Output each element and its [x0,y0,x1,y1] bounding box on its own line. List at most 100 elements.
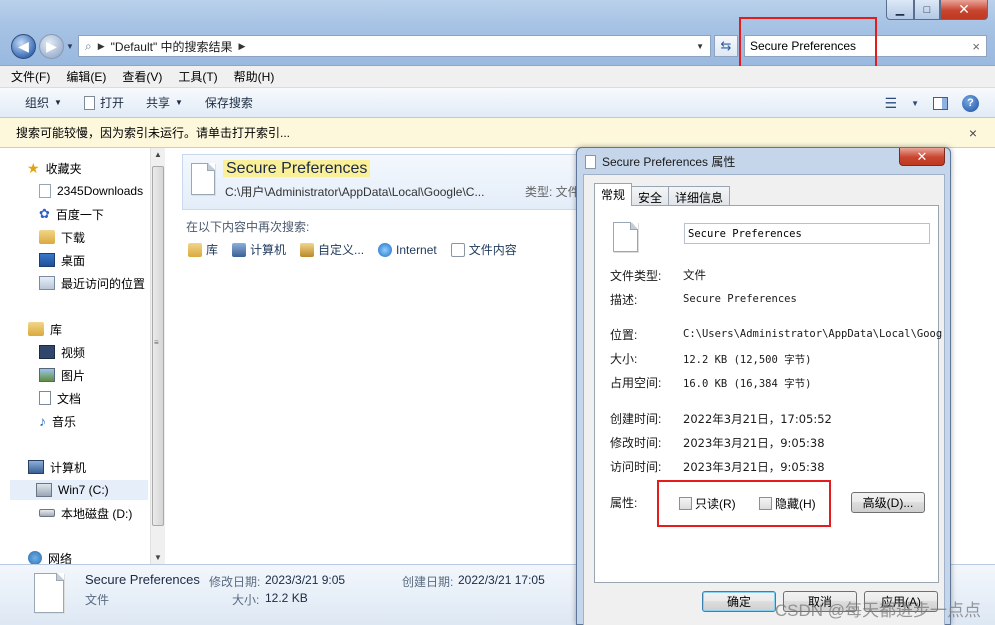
details-file-type: 文件 [85,593,110,607]
network-icon [28,551,42,564]
search-input-value: Secure Preferences [750,39,857,53]
tab-general[interactable]: 常规 [594,183,633,206]
nav-download[interactable]: 下载 [39,227,85,247]
modified-value: 2023年3月21日，9:05:38 [683,436,825,450]
minimize-button[interactable]: ▁ [886,0,914,20]
menu-bar: 文件(F) 编辑(E) 查看(V) 工具(T) 帮助(H) [0,66,995,88]
back-button[interactable]: ◀ [11,34,36,59]
open-label: 打开 [99,96,124,110]
nav-favorites[interactable]: ★ 收藏夹 [27,158,82,178]
share-label: 共享 [145,96,170,110]
search-again-libraries[interactable]: 库 [188,241,218,258]
details-created-value: 2022/3/21 17:05 [458,573,545,587]
search-again-internet[interactable]: Internet [378,241,437,258]
search-again-links: 库 计算机 自定义... Internet 文件内容 [188,241,517,258]
nav-win7-c[interactable]: Win7 (C:) [10,480,148,500]
menu-help[interactable]: 帮助(H) [234,68,275,85]
created-label: 创建时间: [610,412,662,426]
breadcrumb-chevron-icon[interactable]: ▶ [239,41,246,52]
file-icon [39,184,51,198]
nav-desktop[interactable]: 桌面 [39,250,85,270]
save-search-button[interactable]: 保存搜索 [205,94,253,111]
nav-baidu[interactable]: ✿ 百度一下 [39,204,104,224]
breadcrumb-segment[interactable]: "Default" 中的搜索结果 [111,38,233,55]
search-result-item[interactable]: Secure Preferences C:\用户\Administrator\A… [182,154,582,210]
nav-2345downloads[interactable]: 2345Downloads [39,181,143,201]
library-icon [188,242,202,257]
nav-documents[interactable]: 文档 [39,388,81,408]
system-drive-icon [36,483,52,497]
search-again-file-contents-label: 文件内容 [468,243,517,257]
hidden-checkbox[interactable]: 隐藏(H) [759,495,816,512]
open-button[interactable]: 打开 [83,94,124,111]
drive-icon [39,509,55,517]
view-options-dropdown-icon[interactable]: ▼ [911,99,919,108]
close-button[interactable]: ✕ [940,0,988,20]
forward-button[interactable]: ▶ [39,34,64,59]
description-label: 描述: [610,293,638,307]
nav-pictures-label: 图片 [61,368,86,383]
scroll-up-arrow-icon[interactable]: ▲ [154,150,162,159]
dialog-title: Secure Preferences 属性 [602,155,736,169]
organize-button[interactable]: 组织 ▼ [25,94,62,111]
navigation-scrollbar[interactable]: ▲ ≡ ▼ [150,148,165,564]
hidden-checkbox-box[interactable] [759,497,772,510]
nav-libraries[interactable]: 库 [28,319,62,339]
details-modified-label: 修改日期: [209,575,261,589]
clear-search-icon[interactable]: × [972,39,980,54]
refresh-button[interactable]: ⇆ [714,35,738,57]
menu-file[interactable]: 文件(F) [11,68,50,85]
index-info-bar[interactable]: 搜索可能较慢，因为索引未运行。请单击打开索引... × [0,118,995,148]
custom-folder-icon [300,242,315,257]
dialog-close-button[interactable]: ✕ [899,148,945,166]
search-input[interactable]: Secure Preferences × [744,35,987,57]
nav-pictures[interactable]: 图片 [39,365,85,385]
menu-view[interactable]: 查看(V) [122,68,162,85]
type-value: 文件 [683,268,706,282]
dropdown-arrow-icon: ▼ [54,98,62,107]
scroll-down-arrow-icon[interactable]: ▼ [154,553,162,562]
filename-field[interactable]: Secure Preferences [684,223,930,244]
recent-places-icon [39,276,55,290]
readonly-checkbox-box[interactable] [679,497,692,510]
nav-win7-c-label: Win7 (C:) [58,483,109,497]
menu-tools[interactable]: 工具(T) [178,68,217,85]
change-view-icon[interactable]: ☰ [885,95,898,112]
result-path: C:\用户\Administrator\AppData\Local\Google… [225,185,485,199]
nav-recent[interactable]: 最近访问的位置 [39,273,145,293]
nav-computer[interactable]: 计算机 [28,457,86,477]
nav-local-disk-d-label: 本地磁盘 (D:) [61,506,133,521]
file-icon [191,163,215,195]
tab-security[interactable]: 安全 [631,186,670,206]
breadcrumb-chevron-icon[interactable]: ▶ [98,41,105,52]
ok-button[interactable]: 确定 [702,591,776,612]
maximize-button[interactable]: □ [914,0,940,20]
address-history-dropdown-icon[interactable]: ▼ [696,42,704,51]
tab-details[interactable]: 详细信息 [668,186,731,206]
search-again-custom[interactable]: 自定义... [300,241,364,258]
library-icon [28,322,44,336]
nav-videos[interactable]: 视频 [39,342,85,362]
documents-icon [39,391,51,405]
search-again-file-contents[interactable]: 文件内容 [450,241,517,258]
location-label: 位置: [610,328,638,342]
nav-music[interactable]: ♪ 音乐 [39,411,76,431]
dialog-tabs: 常规 安全 详细信息 [594,183,731,206]
search-again-computer[interactable]: 计算机 [232,241,286,258]
search-again-computer-label: 计算机 [250,243,287,257]
menu-edit[interactable]: 编辑(E) [66,68,106,85]
nav-network[interactable]: 网络 [28,548,72,564]
readonly-checkbox[interactable]: 只读(R) [679,495,736,512]
help-icon[interactable]: ? [962,94,979,112]
attributes-label: 属性: [610,496,638,510]
nav-libraries-label: 库 [50,322,63,337]
nav-local-disk-d[interactable]: 本地磁盘 (D:) [39,503,132,523]
divider [609,483,927,484]
recent-pages-dropdown-icon[interactable]: ▼ [66,42,74,51]
pictures-icon [39,368,55,382]
share-button[interactable]: 共享 ▼ [146,94,183,111]
address-bar[interactable]: ⌕ ▶ "Default" 中的搜索结果 ▶ ▼ [78,35,711,57]
preview-pane-icon[interactable] [933,96,948,110]
advanced-button[interactable]: 高级(D)... [851,492,925,513]
info-bar-close-icon[interactable]: × [969,125,977,141]
